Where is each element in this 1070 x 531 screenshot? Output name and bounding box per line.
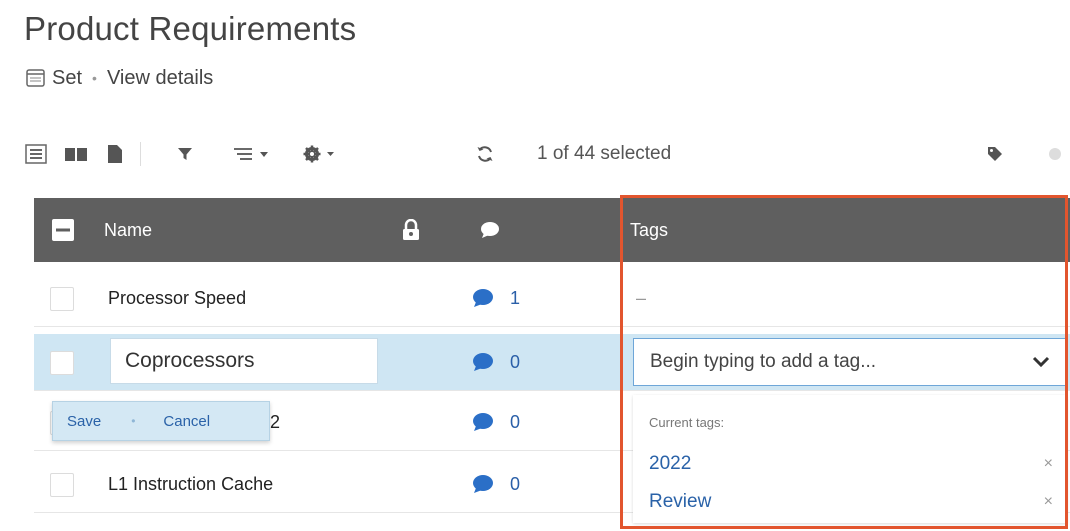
table-row[interactable]: Processor Speed 1 – bbox=[34, 270, 1070, 327]
sort-icon bbox=[234, 148, 268, 160]
comment-icon bbox=[473, 353, 493, 371]
row-checkbox[interactable] bbox=[50, 287, 74, 311]
view-details-link[interactable]: View details bbox=[107, 67, 213, 90]
comment-icon bbox=[473, 289, 493, 307]
document-icon bbox=[108, 145, 122, 163]
cancel-button[interactable]: Cancel bbox=[163, 413, 210, 430]
document-view-button[interactable] bbox=[102, 134, 128, 174]
row-comments[interactable]: 1 bbox=[472, 270, 520, 326]
comments-column-header[interactable] bbox=[480, 198, 500, 262]
tag-button[interactable] bbox=[980, 134, 1010, 174]
table-header: Name Tags bbox=[34, 198, 1070, 262]
selection-status: 1 of 44 selected bbox=[537, 134, 671, 174]
refresh-icon bbox=[477, 146, 493, 162]
selection-total: 44 bbox=[574, 143, 596, 164]
row-name[interactable]: Processor Speed bbox=[108, 270, 246, 326]
gear-icon bbox=[303, 145, 334, 163]
row-comments[interactable]: 0 bbox=[472, 334, 520, 390]
tag-item: Review × bbox=[649, 485, 1059, 519]
lock-column-header[interactable] bbox=[402, 198, 420, 262]
row-checkbox[interactable] bbox=[50, 351, 74, 375]
row-checkbox[interactable] bbox=[50, 473, 74, 497]
row-comments[interactable]: 0 bbox=[472, 394, 520, 450]
comment-count: 0 bbox=[510, 473, 521, 494]
page-title: Product Requirements bbox=[24, 10, 357, 47]
inline-edit-actions: Save • Cancel bbox=[52, 401, 270, 441]
current-tags-label: Current tags: bbox=[649, 415, 725, 430]
more-button[interactable] bbox=[1040, 134, 1070, 174]
tags-dropdown: Current tags: 2022 × Review × bbox=[633, 395, 1067, 523]
selection-count: 1 bbox=[537, 143, 548, 164]
select-all-checkbox[interactable] bbox=[52, 198, 74, 262]
set-icon bbox=[26, 69, 45, 87]
column-header-name[interactable]: Name bbox=[104, 198, 152, 262]
row-comments[interactable]: 0 bbox=[472, 456, 520, 512]
comment-icon bbox=[473, 413, 493, 431]
row-tags[interactable]: – bbox=[636, 270, 646, 326]
book-view-button[interactable] bbox=[60, 134, 92, 174]
comment-count: 0 bbox=[510, 411, 521, 432]
tag-icon bbox=[988, 147, 1002, 161]
comment-count: 0 bbox=[510, 351, 521, 372]
sort-button[interactable] bbox=[222, 134, 286, 174]
settings-button[interactable] bbox=[298, 134, 344, 174]
faded-icon bbox=[1049, 148, 1061, 160]
comment-icon bbox=[473, 475, 493, 493]
refresh-button[interactable] bbox=[470, 134, 500, 174]
tag-label[interactable]: 2022 bbox=[649, 453, 1044, 475]
set-label: Set bbox=[52, 66, 83, 89]
separator-dot: • bbox=[131, 414, 136, 428]
remove-tag-icon[interactable]: × bbox=[1044, 493, 1053, 511]
tag-label[interactable]: Review bbox=[649, 491, 1044, 513]
row-name[interactable]: L1 Instruction Cache bbox=[108, 456, 273, 512]
toolbar-divider bbox=[140, 142, 141, 166]
tag-input[interactable]: Begin typing to add a tag... bbox=[633, 338, 1067, 386]
list-view-icon bbox=[25, 144, 47, 164]
separator-dot: • bbox=[92, 70, 97, 86]
comment-count: 1 bbox=[510, 287, 521, 308]
filter-icon bbox=[178, 148, 192, 160]
column-header-tags[interactable]: Tags bbox=[630, 198, 668, 262]
book-view-icon bbox=[65, 148, 87, 161]
selection-suffix: selected bbox=[600, 143, 672, 164]
save-button[interactable]: Save bbox=[67, 413, 101, 430]
name-edit-input[interactable] bbox=[110, 338, 378, 384]
row-name-partial[interactable]: 2 bbox=[270, 394, 280, 450]
lock-icon bbox=[403, 219, 419, 240]
remove-tag-icon[interactable]: × bbox=[1044, 455, 1053, 473]
tag-item: 2022 × bbox=[649, 447, 1059, 481]
comment-icon bbox=[481, 222, 499, 238]
list-view-button[interactable] bbox=[22, 134, 50, 174]
toolbar: 1 of 44 selected bbox=[22, 134, 1070, 174]
selection-middle: of bbox=[552, 143, 569, 164]
chevron-down-icon[interactable] bbox=[1032, 356, 1050, 368]
tag-input-placeholder: Begin typing to add a tag... bbox=[650, 351, 877, 372]
page-subtitle: Set • View details bbox=[26, 64, 213, 92]
select-all-icon bbox=[52, 219, 74, 241]
filter-button[interactable] bbox=[164, 134, 206, 174]
